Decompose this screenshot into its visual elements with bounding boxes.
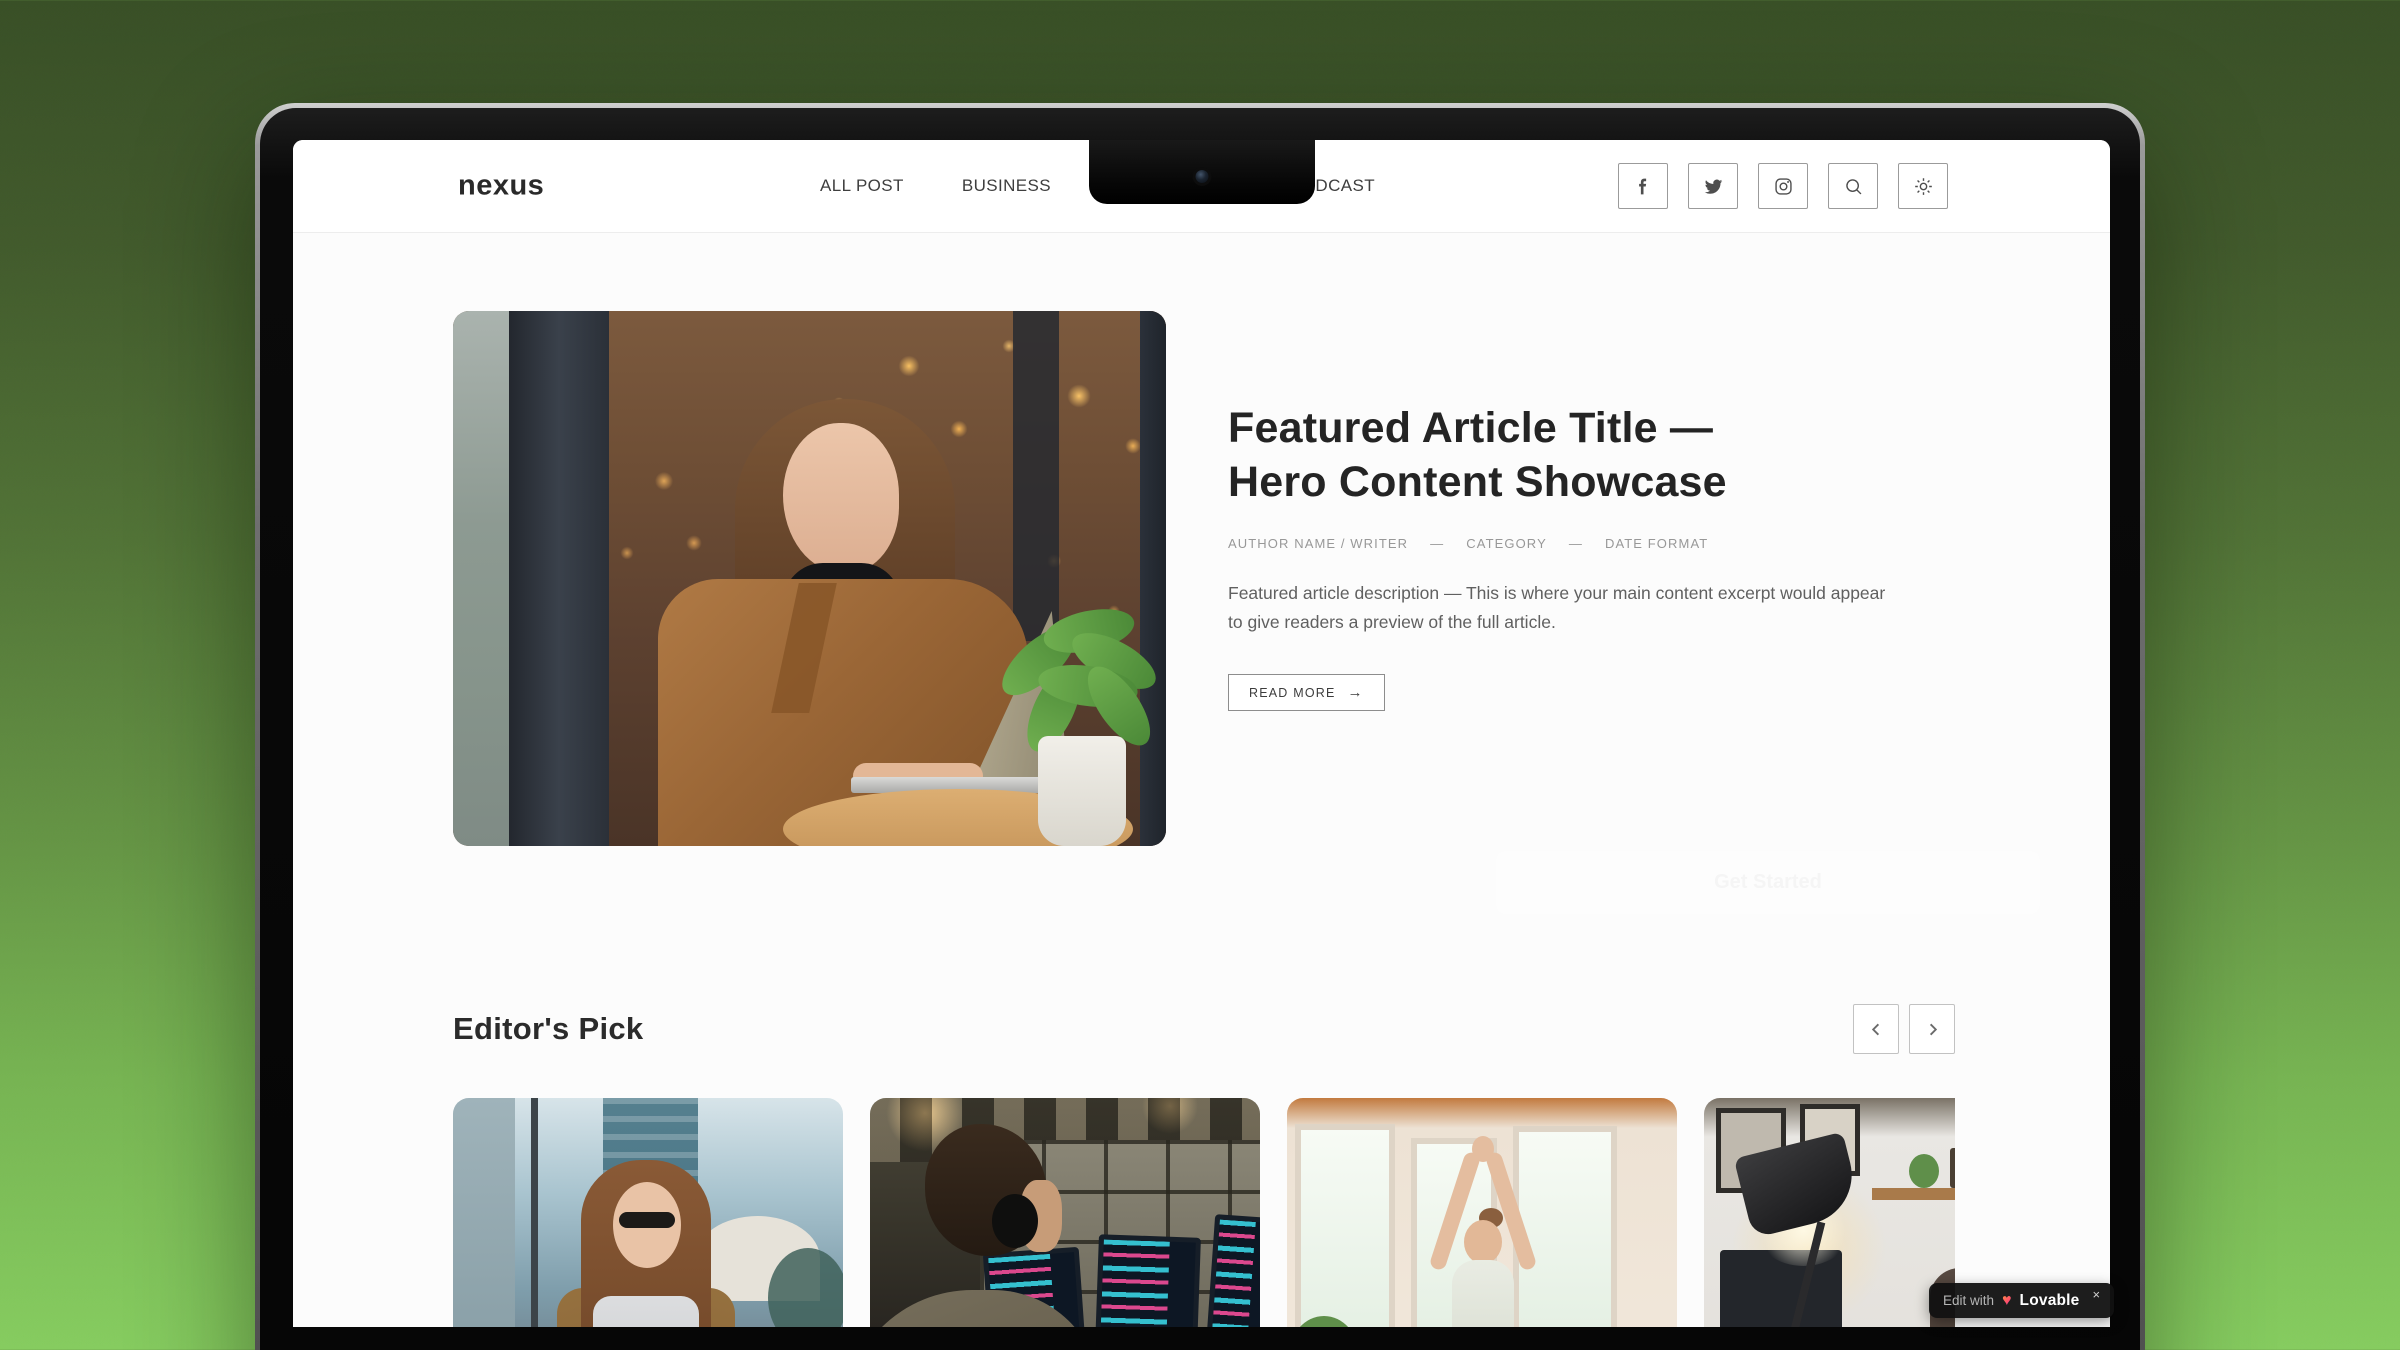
- lovable-brand-label: Lovable: [2020, 1292, 2080, 1310]
- twitter-icon: [1703, 176, 1724, 197]
- meta-author[interactable]: AUTHOR NAME / WRITER: [1228, 536, 1408, 551]
- header-social-buttons: [1618, 163, 1948, 209]
- carousel-prev-button[interactable]: [1853, 1004, 1899, 1054]
- featured-article-section: Featured Article Title — Hero Content Sh…: [453, 233, 1955, 846]
- chevron-right-icon: [1925, 1022, 1940, 1037]
- editors-pick-card-developer[interactable]: [870, 1098, 1260, 1327]
- sunglasses: [619, 1212, 675, 1228]
- read-more-button[interactable]: READ MORE →: [1228, 674, 1385, 711]
- editors-pick-carousel: [453, 1098, 1955, 1327]
- search-button[interactable]: [1828, 163, 1878, 209]
- laptop-notch: [1089, 140, 1315, 204]
- site-logo[interactable]: nexus: [458, 170, 544, 203]
- lovable-badge-prefix: Edit with: [1943, 1293, 1994, 1308]
- editors-pick-card-yoga[interactable]: [1287, 1098, 1677, 1327]
- lovable-badge[interactable]: Edit with ♥ Lovable ×: [1929, 1283, 2114, 1318]
- arrow-right-icon: →: [1348, 684, 1364, 701]
- window-frame-post: [509, 311, 609, 846]
- featured-article-description: Featured article description — This is w…: [1228, 579, 1893, 636]
- meta-date: DATE FORMAT: [1605, 536, 1708, 551]
- search-icon: [1843, 176, 1864, 197]
- lovable-heart-icon: ♥: [2002, 1293, 2012, 1309]
- nav-item-all-post[interactable]: ALL POST: [820, 176, 904, 196]
- chevron-left-icon: [1869, 1022, 1884, 1037]
- theme-toggle-button[interactable]: [1898, 163, 1948, 209]
- meta-separator: —: [1430, 536, 1444, 551]
- nav-item-business[interactable]: BUSINESS: [962, 176, 1051, 196]
- instagram-button[interactable]: [1758, 163, 1808, 209]
- meta-category[interactable]: CATEGORY: [1466, 536, 1547, 551]
- editors-pick-card-fashion[interactable]: [453, 1098, 843, 1327]
- carousel-controls: [1853, 1004, 1955, 1054]
- laptop-bezel: nexus ALL POST BUSINESS TECHNOLOGY PODCA…: [260, 108, 2140, 1350]
- facebook-icon: [1633, 176, 1654, 197]
- close-icon[interactable]: ×: [2093, 1287, 2101, 1302]
- meta-separator: —: [1569, 536, 1583, 551]
- facebook-button[interactable]: [1618, 163, 1668, 209]
- featured-article-text: Featured Article Title — Hero Content Sh…: [1166, 311, 1893, 846]
- featured-article-image[interactable]: [453, 311, 1166, 846]
- twitter-button[interactable]: [1688, 163, 1738, 209]
- editors-pick-heading: Editor's Pick: [453, 1011, 643, 1047]
- plant-pot: [1038, 736, 1126, 846]
- site-main: Get Started: [293, 233, 2110, 1327]
- featured-article-title[interactable]: Featured Article Title — Hero Content Sh…: [1228, 401, 1818, 509]
- headphones: [992, 1194, 1038, 1248]
- editors-pick-card-home-office[interactable]: [1704, 1098, 1955, 1327]
- webcam-icon: [1195, 170, 1208, 183]
- laptop-screen: nexus ALL POST BUSINESS TECHNOLOGY PODCA…: [293, 140, 2110, 1327]
- featured-article-meta: AUTHOR NAME / WRITER — CATEGORY — DATE F…: [1228, 536, 1893, 551]
- instagram-icon: [1773, 176, 1794, 197]
- woman-face: [783, 423, 899, 573]
- editors-pick-section: Editor's Pick: [453, 1004, 1955, 1327]
- laptop-mockup: nexus ALL POST BUSINESS TECHNOLOGY PODCA…: [255, 103, 2145, 1350]
- read-more-label: READ MORE: [1249, 686, 1336, 700]
- carousel-next-button[interactable]: [1909, 1004, 1955, 1054]
- code-monitor: [1093, 1234, 1201, 1327]
- theme-toggle-sun-icon: [1913, 176, 1934, 197]
